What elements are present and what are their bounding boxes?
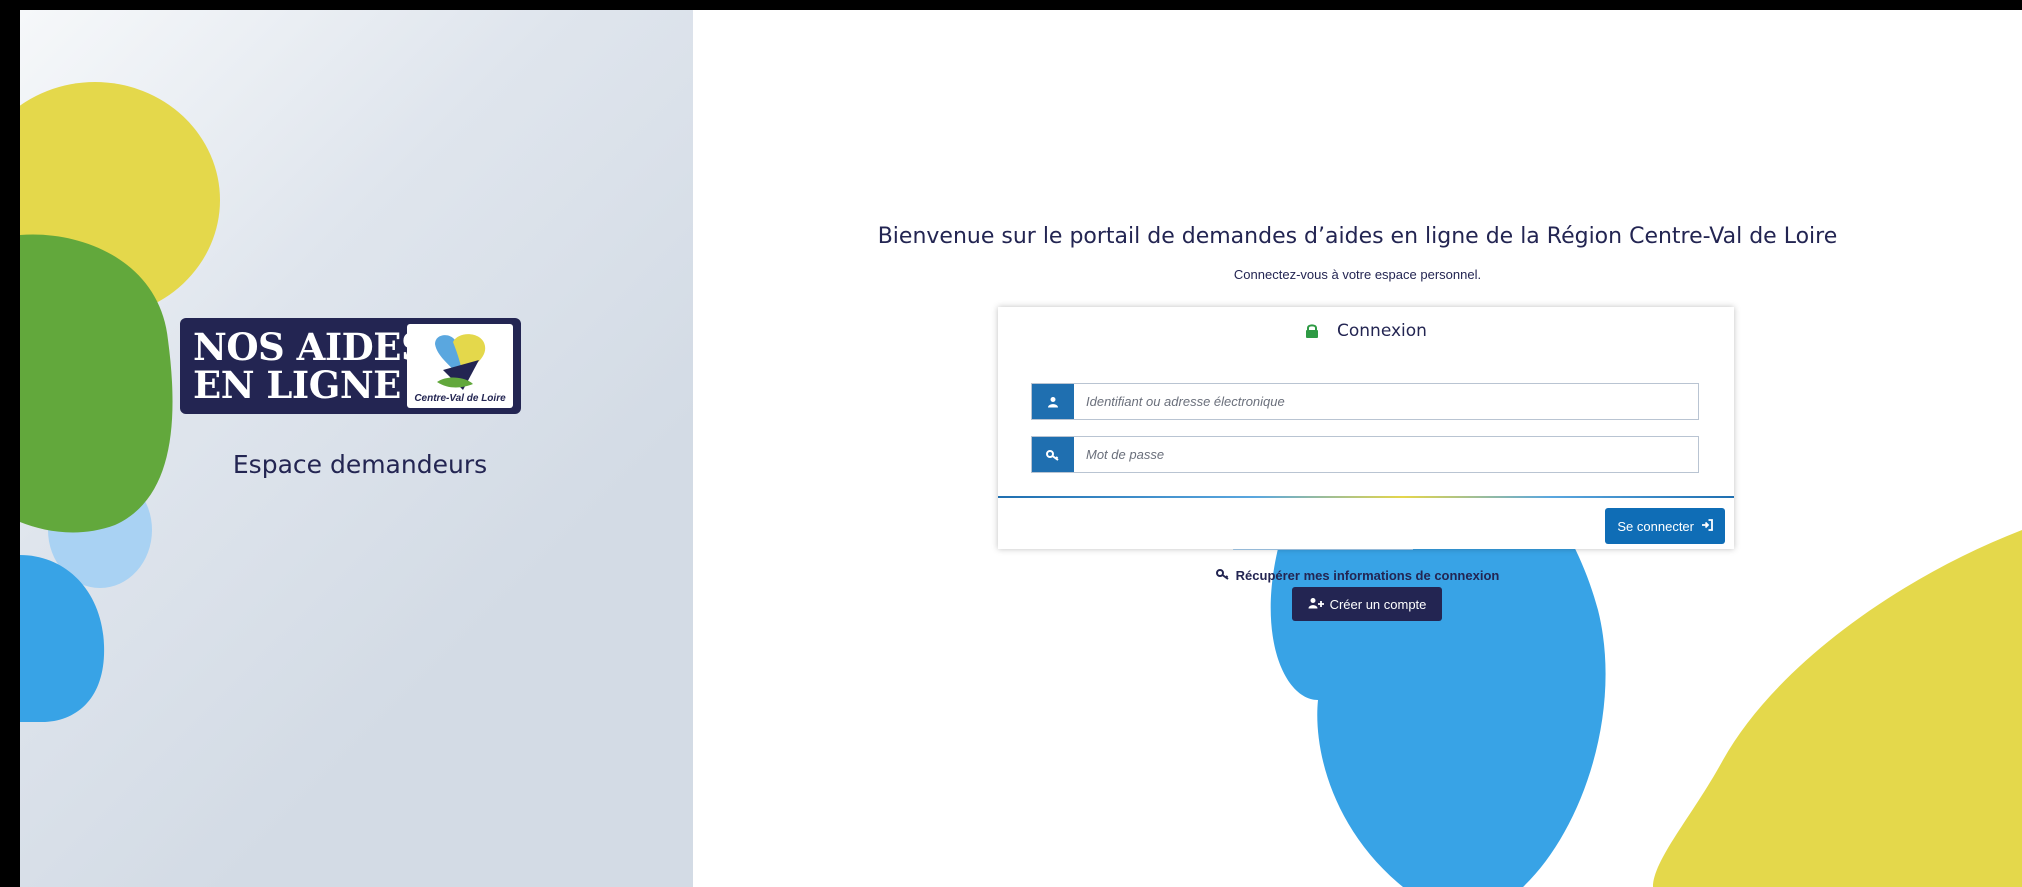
- login-card: Connexion Se connecter: [998, 307, 1734, 549]
- decorative-blobs: [20, 82, 220, 722]
- left-panel: NOS AIDES EN LIGNE Centre-Val de Loire E…: [20, 10, 693, 887]
- login-button[interactable]: Se connecter: [1605, 508, 1725, 544]
- password-field: [1031, 436, 1699, 473]
- user-icon: [1032, 384, 1074, 419]
- user-plus-icon: [1308, 597, 1324, 612]
- welcome-subtitle: Connectez-vous à votre espace personnel.: [1233, 267, 1482, 282]
- key-icon: [1215, 568, 1230, 583]
- card-divider: [998, 496, 1734, 498]
- logo-line-2: EN LIGNE: [193, 363, 401, 407]
- create-account-label: Créer un compte: [1329, 596, 1427, 612]
- lock-icon: [1305, 323, 1319, 339]
- sign-in-icon: [1701, 518, 1713, 534]
- card-header: Connexion: [998, 321, 1734, 341]
- app-frame: NOS AIDES EN LIGNE Centre-Val de Loire E…: [20, 10, 2022, 887]
- username-field: [1031, 383, 1699, 420]
- card-title: Connexion: [1337, 321, 1427, 341]
- logo-line-1: NOS AIDES: [193, 325, 428, 369]
- region-badge: Centre-Val de Loire: [407, 324, 513, 408]
- create-account-button[interactable]: Créer un compte: [1292, 587, 1442, 621]
- space-label: Espace demandeurs: [232, 450, 488, 479]
- password-input[interactable]: [1074, 437, 1698, 472]
- key-icon: [1032, 437, 1074, 472]
- yellow-blob-right: [1653, 530, 2022, 887]
- welcome-title: Bienvenue sur le portail de demandes d’a…: [877, 224, 1838, 249]
- username-input[interactable]: [1074, 384, 1698, 419]
- recover-credentials-label: Récupérer mes informations de connexion: [1235, 568, 1500, 583]
- logo-text: NOS AIDES EN LIGNE: [193, 325, 428, 407]
- recover-credentials-link[interactable]: Récupérer mes informations de connexion: [693, 568, 2022, 583]
- badge-text: Centre-Val de Loire: [414, 393, 506, 404]
- brand-logo: NOS AIDES EN LIGNE Centre-Val de Loire: [180, 318, 521, 414]
- login-button-label: Se connecter: [1617, 518, 1694, 534]
